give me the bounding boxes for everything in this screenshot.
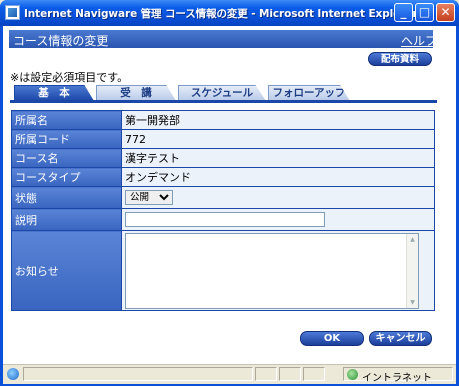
status-bar: イントラネット bbox=[3, 364, 456, 384]
help-link[interactable]: ヘルプ bbox=[401, 32, 437, 49]
tab-underline bbox=[10, 100, 437, 103]
status-segment bbox=[23, 367, 253, 381]
status-label: 状態 bbox=[11, 186, 122, 209]
tab-followup[interactable]: フォローアップ bbox=[268, 85, 350, 101]
course-name-label: コース名 bbox=[11, 148, 122, 168]
zone-label: イントラネット bbox=[362, 373, 432, 384]
tab-schedule[interactable]: スケジュール bbox=[178, 85, 266, 101]
window-title: Internet Navigware 管理 コース情報の変更 - Microso… bbox=[24, 8, 418, 20]
title-bar: Internet Navigware 管理 コース情報の変更 - Microso… bbox=[0, 0, 459, 26]
cancel-button[interactable]: キャンセル bbox=[369, 331, 432, 346]
course-info-form: 所属名 第一開発部 所属コード 772 コース名 漢字テスト コースタイプ オン… bbox=[11, 110, 435, 311]
description-label: 説明 bbox=[11, 208, 122, 231]
department-name-label: 所属名 bbox=[11, 110, 122, 130]
status-segment bbox=[255, 367, 277, 381]
status-segment bbox=[303, 367, 325, 381]
status-cell: 公開 bbox=[121, 186, 435, 209]
tab-basic[interactable]: 基 本 bbox=[14, 85, 94, 101]
form-row: 状態 公開 bbox=[11, 186, 435, 209]
status-select[interactable]: 公開 bbox=[125, 190, 173, 205]
textarea-scrollbar[interactable]: ▲ ▼ bbox=[406, 233, 418, 308]
distribute-materials-button[interactable]: 配布資料 bbox=[368, 52, 432, 66]
ie-app-icon bbox=[5, 5, 20, 20]
browser-window: Internet Navigware 管理 コース情報の変更 - Microso… bbox=[0, 0, 459, 386]
form-row: 所属コード 772 bbox=[11, 129, 435, 149]
maximize-button[interactable]: □ bbox=[415, 3, 434, 22]
description-cell bbox=[121, 208, 435, 231]
minimize-button[interactable]: _ bbox=[394, 3, 413, 22]
page-title: コース情報の変更 bbox=[13, 34, 109, 48]
notice-cell: ▲ ▼ bbox=[121, 230, 435, 311]
status-segment bbox=[279, 367, 301, 381]
required-note: ※は設定必須項目です。 bbox=[10, 71, 129, 84]
description-input[interactable] bbox=[125, 212, 325, 227]
department-code-value: 772 bbox=[121, 129, 435, 149]
tab-attendance[interactable]: 受 講 bbox=[96, 85, 176, 101]
form-row: 所属名 第一開発部 bbox=[11, 110, 435, 130]
form-row: お知らせ ▲ ▼ bbox=[11, 230, 435, 311]
intranet-zone-icon bbox=[347, 369, 358, 380]
ok-button[interactable]: OK bbox=[300, 331, 364, 346]
form-row: コース名 漢字テスト bbox=[11, 148, 435, 168]
course-name-value: 漢字テスト bbox=[121, 148, 435, 168]
department-name-value: 第一開発部 bbox=[121, 110, 435, 130]
close-button[interactable]: ✕ bbox=[436, 3, 455, 22]
scroll-down-icon[interactable]: ▼ bbox=[408, 298, 417, 307]
form-row: コースタイプ オンデマンド bbox=[11, 167, 435, 187]
course-type-value: オンデマンド bbox=[121, 167, 435, 187]
department-code-label: 所属コード bbox=[11, 129, 122, 149]
page-content: コース情報の変更 ヘルプ 配布資料 ※は設定必須項目です。 基 本 受 講 スケ… bbox=[3, 26, 456, 364]
form-row: 説明 bbox=[11, 208, 435, 231]
course-type-label: コースタイプ bbox=[11, 167, 122, 187]
page-header: コース情報の変更 ヘルプ bbox=[9, 30, 437, 48]
notice-textarea[interactable]: ▲ ▼ bbox=[125, 232, 419, 309]
notice-label: お知らせ bbox=[11, 230, 122, 311]
page-status-icon bbox=[7, 368, 19, 380]
scroll-up-icon[interactable]: ▲ bbox=[408, 235, 417, 244]
